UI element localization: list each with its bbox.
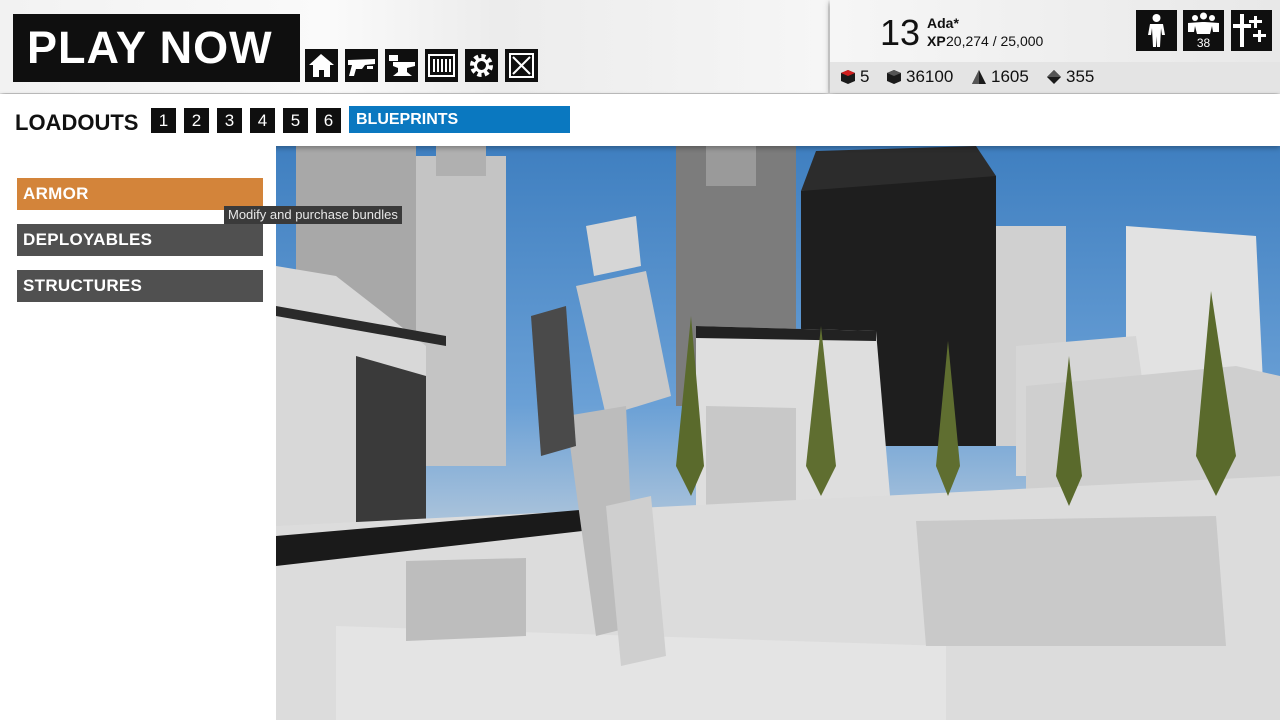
currency-cube: 36100 [886, 66, 953, 88]
loadout-slot-5[interactable]: 5 [283, 108, 308, 133]
squad-icon[interactable]: 38 [1183, 10, 1224, 51]
loadouts-title: LOADOUTS [15, 110, 139, 135]
xp-label: XP [927, 33, 946, 49]
loadout-slot-4[interactable]: 4 [250, 108, 275, 133]
currency-pyramid-value: 1605 [991, 67, 1029, 86]
menu-item-deployables[interactable]: DEPLOYABLES [17, 224, 263, 256]
play-now-button[interactable]: PLAY NOW [13, 14, 300, 82]
blueprints-tab[interactable]: BLUEPRINTS [349, 106, 570, 133]
pyramid-icon [972, 70, 986, 84]
add-unit-icon[interactable] [1231, 10, 1272, 51]
currency-diamond-value: 355 [1066, 67, 1095, 86]
loadout-slot-3[interactable]: 3 [217, 108, 242, 133]
game-scene [276, 146, 1280, 720]
currency-diamond: 355 [1046, 66, 1094, 88]
diamond-icon [1047, 70, 1061, 84]
squad-count: 38 [1196, 36, 1211, 50]
menu-item-structures[interactable]: STRUCTURES [17, 270, 263, 302]
red-cube-icon [841, 70, 855, 84]
loadout-slot-2[interactable]: 2 [184, 108, 209, 133]
player-panel: 13 Ada* XP 20,274 / 25,000 38 5 36100 16… [830, 0, 1280, 93]
xp-value: 20,274 / 25,000 [946, 33, 1044, 49]
loadout-slot-6[interactable]: 6 [316, 108, 341, 133]
player-name: Ada* [927, 15, 959, 31]
tooltip: Modify and purchase bundles [224, 206, 402, 224]
home-icon[interactable] [305, 49, 338, 82]
loadouts-bar: LOADOUTS 1 2 3 4 5 6 BLUEPRINTS [0, 94, 1280, 146]
barcode-icon[interactable] [425, 49, 458, 82]
currency-pyramid: 1605 [971, 66, 1029, 88]
player-level: 13 [880, 12, 921, 53]
cube-icon [887, 70, 901, 84]
soldier-icon[interactable] [1136, 10, 1177, 51]
anvil-icon[interactable] [385, 49, 418, 82]
weapon-icon[interactable] [345, 49, 378, 82]
top-bar: PLAY NOW [0, 0, 828, 93]
loadout-slot-1[interactable]: 1 [151, 108, 176, 133]
close-box-icon[interactable] [505, 49, 538, 82]
gear-icon[interactable] [465, 49, 498, 82]
currency-red-value: 5 [860, 67, 870, 86]
currency-red: 5 [840, 66, 869, 88]
currency-cube-value: 36100 [906, 67, 954, 86]
